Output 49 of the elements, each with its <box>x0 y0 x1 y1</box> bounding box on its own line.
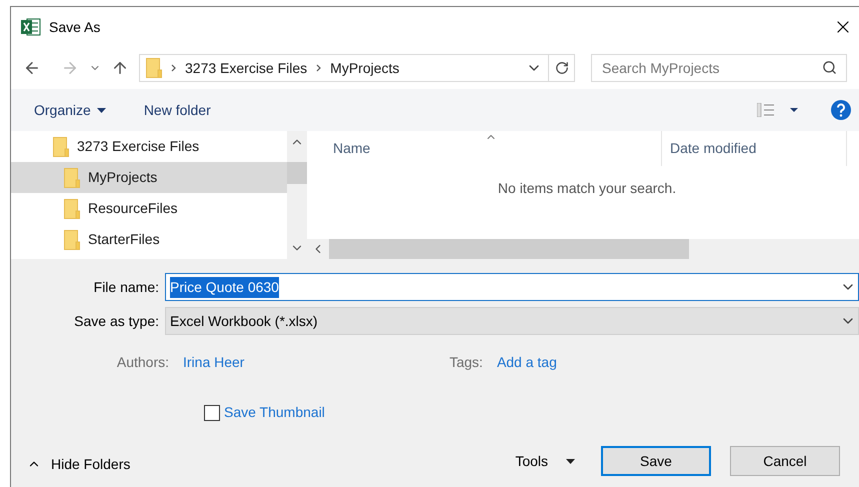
field-label: Authors: <box>116 353 169 372</box>
breadcrumb[interactable]: MyProjects <box>330 58 400 78</box>
search-icon[interactable] <box>822 60 837 75</box>
checkbox[interactable] <box>204 404 220 420</box>
save-button[interactable]: Save <box>601 446 711 476</box>
folder-icon <box>146 58 162 78</box>
horizontal-scrollbar[interactable] <box>307 239 859 259</box>
folder-tree-item[interactable]: 3273 Exercise Files <box>11 131 287 162</box>
view-options-icon[interactable] <box>757 103 801 117</box>
back-icon[interactable] <box>23 59 41 77</box>
search-field[interactable]: Search MyProjects <box>591 54 847 82</box>
refresh-icon[interactable] <box>554 61 568 75</box>
folder-icon <box>64 198 80 218</box>
window-title: Save As <box>49 18 100 36</box>
field-label: Save as type: <box>73 312 160 331</box>
up-icon[interactable] <box>111 59 129 77</box>
folder-icon <box>53 136 69 156</box>
column-header[interactable]: Name <box>307 131 662 166</box>
breadcrumb[interactable]: 3273 Exercise Files <box>185 58 308 78</box>
folder-tree-item[interactable]: StarterFiles <box>11 224 287 255</box>
chevron-right-icon <box>316 64 322 72</box>
dropdown-arrow-icon <box>96 108 106 112</box>
cancel-button[interactable]: Cancel <box>730 446 840 476</box>
add-tag-link[interactable]: Add a tag <box>496 352 557 373</box>
folder-tree-item[interactable]: ResourceFiles <box>11 193 287 224</box>
tools-button[interactable]: Tools <box>515 450 575 472</box>
scrollbar-thumb[interactable] <box>287 162 307 184</box>
checkbox-label[interactable]: Save Thumbnail <box>224 402 325 423</box>
dropdown-arrow-icon <box>566 458 575 464</box>
address-bar[interactable]: 3273 Exercise Files MyProjects <box>139 54 575 82</box>
chevron-right-icon <box>171 64 176 72</box>
folder-icon <box>64 168 80 188</box>
folder-tree-item[interactable]: MyProjects <box>11 162 287 193</box>
authors-link[interactable]: Irina Heer <box>183 352 244 373</box>
field-label: File name: <box>92 278 160 296</box>
organize-button[interactable]: Organize <box>34 100 106 120</box>
vertical-scrollbar[interactable] <box>287 131 307 259</box>
column-header[interactable]: Date modified <box>662 131 847 166</box>
file-name-field[interactable]: Price Quote 0630 <box>165 273 859 301</box>
help-icon[interactable] <box>831 100 851 120</box>
scrollbar-thumb[interactable] <box>329 239 689 259</box>
new-folder-button[interactable]: New folder <box>144 100 211 120</box>
field-label: Tags: <box>449 353 483 372</box>
save-as-type-dropdown[interactable]: Excel Workbook (*.xlsx) <box>165 307 859 335</box>
spreadsheet-app-icon <box>21 18 41 36</box>
file-name-value: Price Quote 0630 <box>170 276 279 298</box>
hide-folders-button[interactable]: Hide Folders <box>27 454 130 474</box>
empty-message: No items match your search. <box>498 179 676 198</box>
folder-icon <box>64 230 80 250</box>
